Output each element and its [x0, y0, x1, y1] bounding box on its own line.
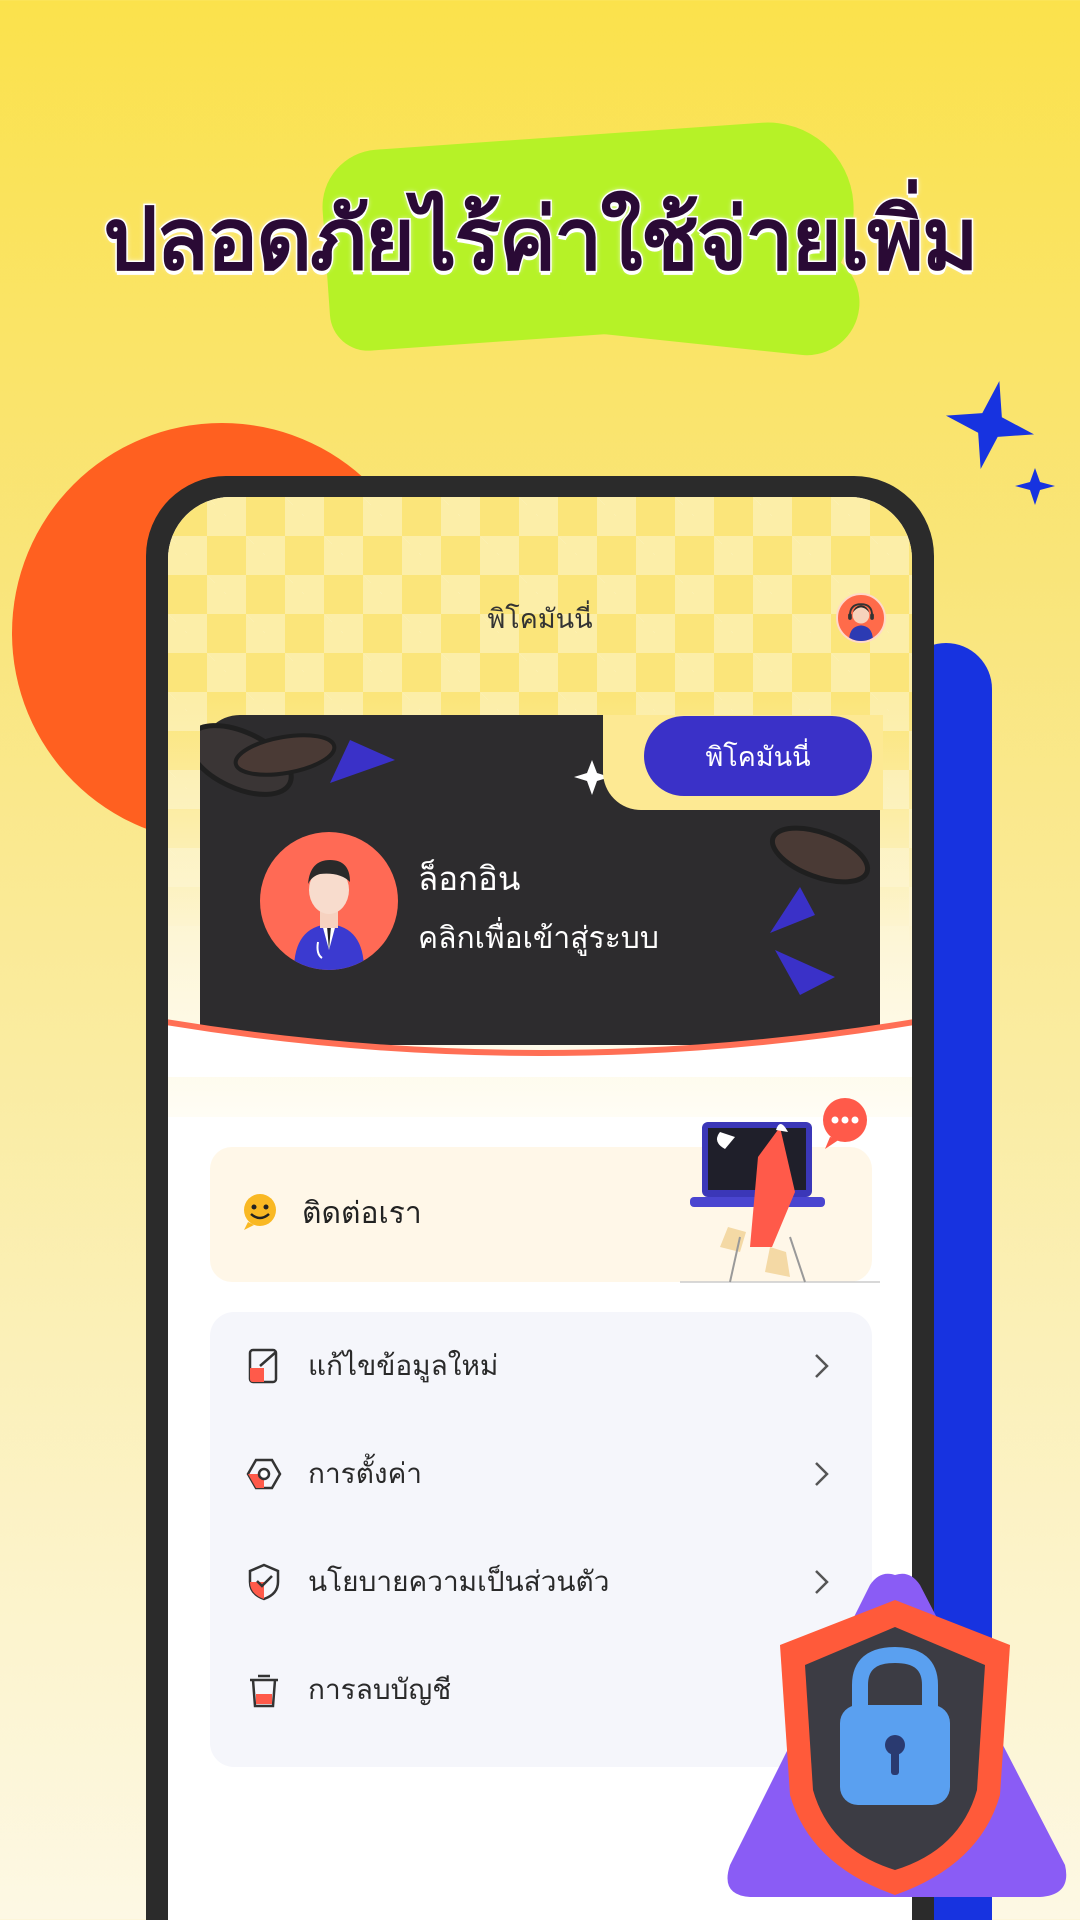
login-title[interactable]: ล็อกอิน: [418, 852, 520, 905]
menu-item-label: แก้ไขข้อมูลใหม่: [308, 1350, 499, 1381]
contact-us-label: ติดต่อเรา: [302, 1197, 422, 1230]
menu-item-label: การลบบัญชี: [308, 1674, 452, 1705]
menu-item-edit-info[interactable]: แก้ไขข้อมูลใหม่: [210, 1312, 872, 1420]
chevron-right-icon: [815, 1462, 829, 1486]
contact-us-card[interactable]: ติดต่อเรา: [210, 1098, 880, 1283]
login-subtitle[interactable]: คลิกเพื่อเข้าสู่ระบบ: [418, 915, 659, 962]
smiley-icon: [244, 1194, 276, 1230]
menu-item-label: การตั้งค่า: [308, 1458, 423, 1489]
security-lock-icon: [727, 1573, 1067, 1897]
menu-item-settings[interactable]: การตั้งค่า: [210, 1420, 872, 1528]
shield-check-icon: [248, 1563, 280, 1601]
user-avatar[interactable]: [260, 832, 398, 970]
trash-icon: [250, 1674, 278, 1708]
support-illustration-icon: [680, 1098, 880, 1283]
menu-item-label: นโยบายความเป็นส่วนตัว: [308, 1566, 610, 1597]
chevron-right-icon: [815, 1354, 829, 1378]
card-bottom-curve: [168, 1019, 912, 1077]
settings-icon: [246, 1458, 282, 1490]
page-title: พิโคมันนี่: [487, 604, 593, 634]
sparkle-stars-icon: [945, 380, 1055, 505]
customer-support-avatar-icon[interactable]: [836, 593, 886, 643]
brand-button[interactable]: พิโคมันนี่: [644, 716, 872, 796]
edit-icon: [248, 1348, 278, 1384]
promo-headline: ปลอดภัยไร้ค่าใช้จ่ายเพิ่ม: [102, 189, 980, 292]
